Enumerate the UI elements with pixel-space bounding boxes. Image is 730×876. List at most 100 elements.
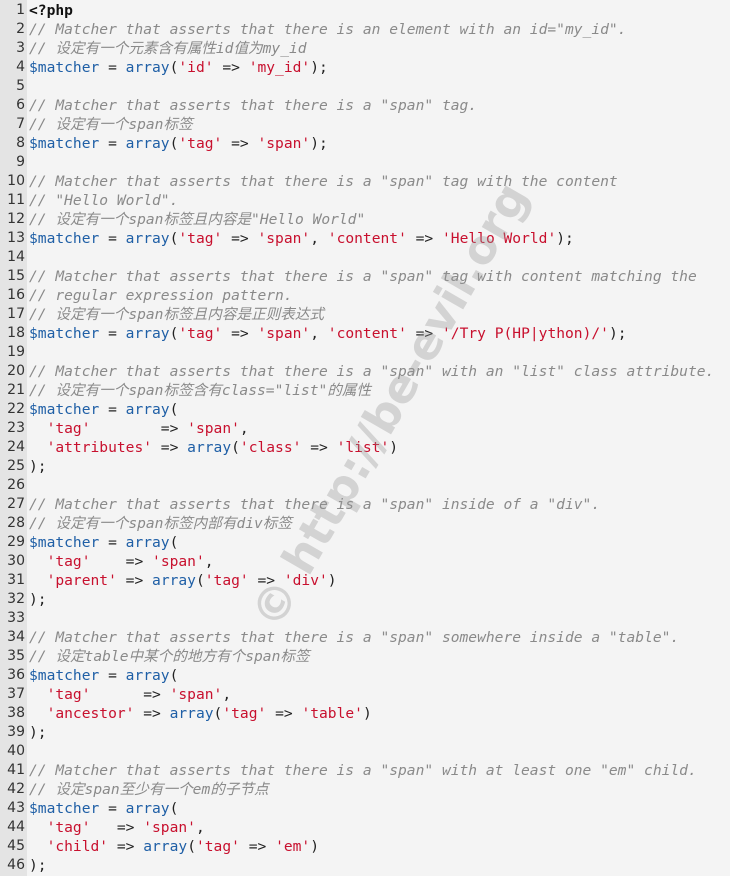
line-content: // 设定有一个span标签内部有div标签 [29, 514, 292, 533]
string-literal: 'tag' [222, 705, 267, 722]
line-number: 38 [7, 705, 25, 721]
code-line: 4 $matcher = array('id' => 'my_id'); [0, 58, 730, 77]
code-text: => [134, 705, 170, 722]
line-content: // regular expression pattern. [29, 286, 293, 305]
line-number: 2 [16, 21, 25, 37]
line-content: // 设定有一个span标签且内容是"Hello World" [29, 210, 365, 229]
line-number: 46 [7, 857, 25, 873]
line-number: 28 [7, 515, 25, 531]
line-content: // 设定span至少有一个em的子节点 [29, 780, 269, 799]
line-content: $matcher = array('tag' => 'span', 'conte… [29, 324, 627, 343]
line-number: 41 [7, 762, 25, 778]
code-text: ); [556, 230, 574, 247]
code-text: ); [29, 857, 47, 874]
code-text: => [116, 572, 153, 589]
variable: $matcher [29, 325, 100, 342]
comment: // 设定有一个span标签且内容是"Hello World" [29, 211, 366, 228]
code-text: => [222, 230, 258, 247]
code-line: 7// 设定有一个span标签 [0, 115, 730, 134]
function-name: array [125, 325, 170, 342]
line-number: 17 [7, 306, 25, 322]
code-text: => [239, 838, 276, 855]
line-number: 11 [7, 192, 25, 208]
string-literal: 'tag' [46, 420, 91, 437]
line-number: 42 [7, 781, 25, 797]
line-content: // 设定有一个元素含有属性id值为my_id [29, 39, 307, 58]
code-text: ( [169, 667, 179, 684]
string-literal: 'span' [152, 553, 205, 570]
comment: // 设定有一个span标签且内容是正则表达式 [29, 306, 325, 323]
line-content: // 设定有一个span标签且内容是正则表达式 [29, 305, 324, 324]
line-number: 31 [7, 572, 25, 588]
code-line: 1 <?php [0, 1, 730, 20]
string-literal: 'tag' [178, 325, 223, 342]
line-number: 32 [7, 591, 25, 607]
line-number: 21 [7, 382, 25, 398]
string-literal: 'my_id' [248, 59, 311, 76]
line-number: 30 [7, 553, 25, 569]
code-text: ); [29, 724, 47, 741]
code-line: 31 'parent' => array('tag' => 'div') [0, 571, 730, 590]
function-name: array [152, 572, 196, 589]
code-text: => [266, 705, 302, 722]
code-line: 5 [0, 77, 730, 96]
line-content: // Matcher that asserts that there is a … [29, 628, 679, 647]
line-number: 23 [7, 420, 25, 436]
line-content: // 设定有一个span标签含有class="list"的属性 [29, 381, 371, 400]
code-text: => [213, 59, 249, 76]
line-number: 13 [7, 230, 25, 246]
line-content: // 设定table中某个的地方有个span标签 [29, 647, 310, 666]
comment: // Matcher that asserts that there is a … [29, 173, 618, 190]
code-text: = [99, 401, 126, 418]
comment: // Matcher that asserts that there is a … [29, 762, 697, 779]
string-literal: 'class' [239, 439, 302, 456]
line-number: 20 [7, 363, 25, 379]
string-literal: 'id' [178, 59, 214, 76]
line-number: 35 [7, 648, 25, 664]
variable: $matcher [29, 135, 100, 152]
variable: $matcher [29, 667, 100, 684]
line-number: 12 [7, 211, 25, 227]
code-line: 28// 设定有一个span标签内部有div标签 [0, 514, 730, 533]
string-literal: 'em' [275, 838, 311, 855]
line-number: 36 [7, 667, 25, 683]
code-line: 35// 设定table中某个的地方有个span标签 [0, 647, 730, 666]
code-text: => [108, 838, 144, 855]
code-line: 12// 设定有一个span标签且内容是"Hello World" [0, 210, 730, 229]
variable: $matcher [29, 534, 100, 551]
code-text: ( [169, 534, 179, 551]
string-literal: 'tag' [195, 838, 240, 855]
string-literal: 'tag' [46, 819, 91, 836]
code-line: 39); [0, 723, 730, 742]
code-text: , [204, 553, 214, 570]
code-line: 40 [0, 742, 730, 761]
line-number: 19 [7, 344, 25, 360]
line-number: 25 [7, 458, 25, 474]
code-line: 32); [0, 590, 730, 609]
line-content: // Matcher that asserts that there is a … [29, 267, 697, 286]
code-line: 20// Matcher that asserts that there is … [0, 362, 730, 381]
line-content: // 设定有一个span标签 [29, 115, 193, 134]
line-number: 5 [16, 78, 25, 94]
line-content: $matcher = array( [29, 533, 178, 552]
string-literal: 'tag' [204, 572, 249, 589]
function-name: array [125, 534, 170, 551]
line-number: 29 [7, 534, 25, 550]
string-literal: 'span' [257, 230, 311, 247]
line-content: ); [29, 457, 47, 476]
comment: // Matcher that asserts that there is a … [29, 268, 697, 285]
code-line: 15// Matcher that asserts that there is … [0, 267, 730, 286]
function-name: array [125, 135, 170, 152]
code-text: => [90, 420, 188, 437]
line-content: $matcher = array( [29, 799, 178, 818]
line-number: 14 [7, 249, 25, 265]
code-text: ) [362, 705, 372, 722]
function-name: array [187, 439, 232, 456]
php-tag: <?php [29, 2, 73, 19]
code-line: 29 $matcher = array( [0, 533, 730, 552]
code-line: 3// 设定有一个元素含有属性id值为my_id [0, 39, 730, 58]
string-literal: 'tag' [178, 230, 223, 247]
comment: // Matcher that asserts that there is a … [29, 629, 680, 646]
